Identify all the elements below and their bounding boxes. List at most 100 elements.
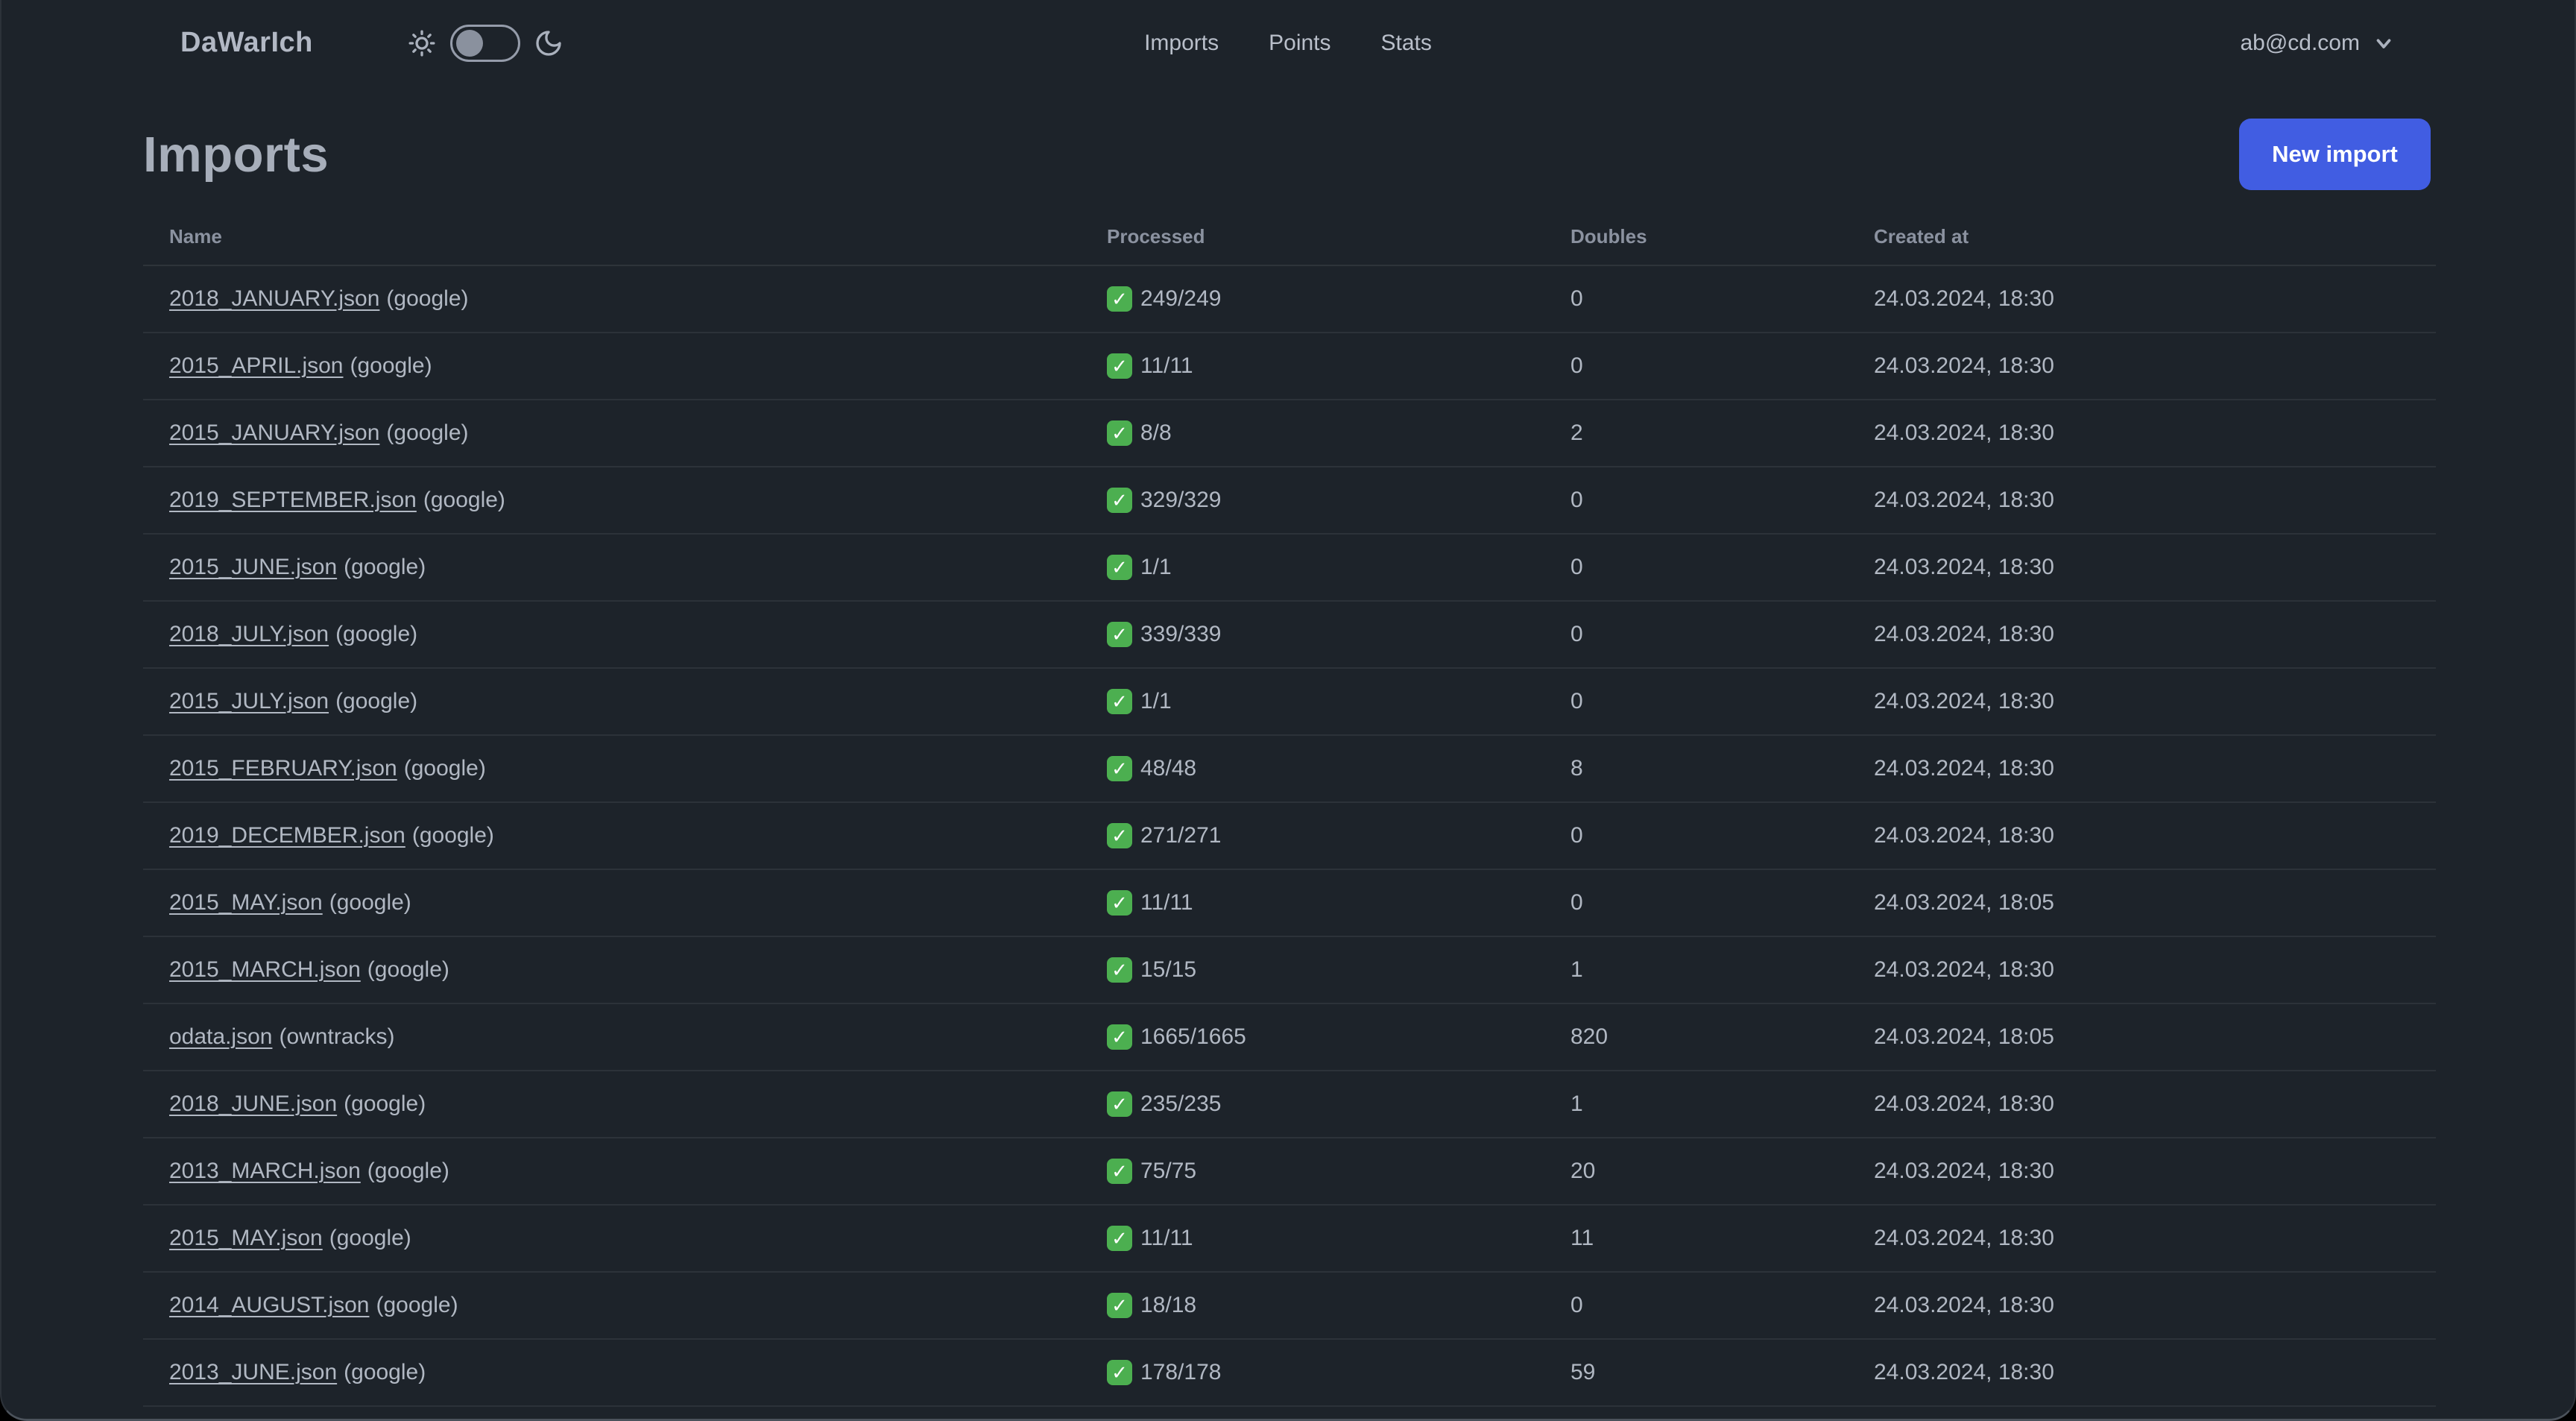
- new-import-button[interactable]: New import: [2239, 119, 2431, 190]
- column-header-doubles: Doubles: [1570, 224, 1647, 248]
- import-name-cell: 2018_JUNE.json (google): [143, 1091, 1107, 1117]
- processed-cell: ✓ 1665/1665: [1107, 1024, 1570, 1050]
- import-file-link[interactable]: 2015_APRIL.json: [169, 353, 344, 378]
- import-source: (google): [350, 353, 432, 378]
- processed-cell: ✓ 75/75: [1107, 1159, 1570, 1184]
- import-source: (google): [344, 1091, 426, 1116]
- table-row: 2018_JUNE.json (google) ✓ 235/235 1 24.03.202…: [143, 1071, 2436, 1138]
- processed-count: 11/11: [1140, 1226, 1193, 1250]
- processed-cell: ✓ 271/271: [1107, 823, 1570, 848]
- table-row: 2015_FEBRUARY.json (google) ✓ 48/48 8 24.03.2…: [143, 736, 2436, 803]
- processed-count: 235/235: [1140, 1091, 1222, 1116]
- processed-count: 8/8: [1140, 420, 1172, 445]
- processed-cell: ✓ 1/1: [1107, 689, 1570, 714]
- processed-cell: ✓ 11/11: [1107, 890, 1570, 916]
- created-at-cell: 24.03.2024, 18:05: [1874, 890, 2054, 915]
- doubles-cell: 59: [1570, 1360, 1596, 1384]
- check-icon: ✓: [1107, 756, 1132, 781]
- table-row: 2019_SEPTEMBER.json (google) ✓ 329/329 0 24.0…: [143, 467, 2436, 535]
- table-row: 2013_JUNE.json (google) ✓ 178/178 59 24.03.20…: [143, 1340, 2436, 1407]
- check-icon: ✓: [1107, 353, 1132, 379]
- doubles-cell: 0: [1570, 890, 1583, 915]
- doubles-cell: 0: [1570, 622, 1583, 646]
- created-at-cell: 24.03.2024, 18:30: [1874, 286, 2054, 311]
- moon-icon: [536, 30, 561, 56]
- processed-count: 329/329: [1140, 488, 1222, 512]
- account-email: ab@cd.com: [2240, 30, 2360, 55]
- created-at-cell: 24.03.2024, 18:30: [1874, 756, 2054, 781]
- table-row: 2015_MARCH.json (google) ✓ 15/15 1 24.03.2024…: [143, 937, 2436, 1004]
- import-file-link[interactable]: 2015_MAY.json: [169, 890, 323, 915]
- table-row: 2014_AUGUST.json (google) ✓ 18/18 0 24.03.202…: [143, 1273, 2436, 1340]
- doubles-cell: 0: [1570, 555, 1583, 579]
- import-file-link[interactable]: 2015_JANUARY.json: [169, 420, 379, 445]
- app-window: DaWarIch Imports Points Stats ab@cd.com: [0, 0, 2576, 1421]
- table-row: odata.json (owntracks) ✓ 1665/1665 820 24.03.…: [143, 1004, 2436, 1071]
- created-at-cell: 24.03.2024, 18:30: [1874, 353, 2054, 378]
- table-row: 2015_APRIL.json (google) ✓ 11/11 0 24.03.2024…: [143, 333, 2436, 400]
- import-file-link[interactable]: 2019_DECEMBER.json: [169, 823, 405, 848]
- nav-item-stats[interactable]: Stats: [1381, 31, 1432, 56]
- import-name-cell: 2018_JULY.json (google): [143, 622, 1107, 647]
- import-file-link[interactable]: 2018_JANUARY.json: [169, 286, 379, 311]
- account-menu[interactable]: ab@cd.com: [2240, 31, 2395, 56]
- import-file-link[interactable]: 2015_MARCH.json: [169, 957, 361, 982]
- import-file-link[interactable]: 2015_JUNE.json: [169, 555, 337, 579]
- page-head: Imports New import: [143, 113, 2431, 196]
- check-icon: ✓: [1107, 823, 1132, 848]
- processed-cell: ✓ 8/8: [1107, 420, 1570, 446]
- processed-cell: ✓ 249/249: [1107, 286, 1570, 312]
- import-file-link[interactable]: 2019_SEPTEMBER.json: [169, 488, 417, 512]
- import-name-cell: 2018_JANUARY.json (google): [143, 286, 1107, 312]
- import-source: (google): [344, 1360, 426, 1384]
- check-icon: ✓: [1107, 1091, 1132, 1117]
- processed-count: 1/1: [1140, 689, 1172, 713]
- table-row: 2018_JANUARY.json (google) ✓ 249/249 0 24.03.…: [143, 266, 2436, 333]
- main-nav: Imports Points Stats: [1144, 0, 1432, 86]
- column-header-created-at: Created at: [1874, 224, 1969, 248]
- check-icon: ✓: [1107, 1024, 1132, 1050]
- import-file-link[interactable]: 2014_AUGUST.json: [169, 1293, 369, 1317]
- processed-cell: ✓ 15/15: [1107, 957, 1570, 983]
- import-name-cell: 2015_MAY.json (google): [143, 890, 1107, 916]
- check-icon: ✓: [1107, 1226, 1132, 1251]
- check-icon: ✓: [1107, 488, 1132, 513]
- import-name-cell: 2015_MARCH.json (google): [143, 957, 1107, 983]
- check-icon: ✓: [1107, 622, 1132, 647]
- import-file-link[interactable]: 2013_MARCH.json: [169, 1159, 361, 1183]
- processed-cell: ✓ 339/339: [1107, 622, 1570, 647]
- theme-toggle[interactable]: [449, 24, 520, 62]
- processed-cell: ✓ 11/11: [1107, 1226, 1570, 1251]
- import-source: (google): [403, 756, 486, 781]
- toggle-knob: [455, 29, 483, 57]
- import-source: (google): [376, 1293, 458, 1317]
- brand-logo[interactable]: DaWarIch: [180, 27, 313, 59]
- page-title: Imports: [143, 126, 329, 183]
- column-header-name: Name: [169, 224, 222, 248]
- import-name-cell: 2019_SEPTEMBER.json (google): [143, 488, 1107, 513]
- imports-table: Name Processed Doubles Created at 2018_J…: [143, 208, 2436, 1419]
- created-at-cell: 24.03.2024, 18:05: [1874, 1024, 2054, 1049]
- import-source: (google): [386, 286, 469, 311]
- import-file-link[interactable]: 2015_MAY.json: [169, 1226, 323, 1250]
- doubles-cell: 0: [1570, 1293, 1583, 1317]
- processed-count: 11/11: [1140, 353, 1193, 378]
- nav-item-imports[interactable]: Imports: [1144, 31, 1219, 56]
- nav-item-points[interactable]: Points: [1269, 31, 1330, 56]
- check-icon: ✓: [1107, 1159, 1132, 1184]
- import-file-link[interactable]: 2018_JULY.json: [169, 622, 329, 646]
- import-file-link[interactable]: 2015_FEBRUARY.json: [169, 756, 397, 781]
- import-name-cell: 2019_DECEMBER.json (google): [143, 823, 1107, 848]
- import-file-link[interactable]: 2018_JUNE.json: [169, 1091, 337, 1116]
- import-name-cell: 2015_MAY.json (google): [143, 1226, 1107, 1251]
- import-file-link[interactable]: 2015_JULY.json: [169, 689, 329, 713]
- import-source: (google): [344, 555, 426, 579]
- import-name-cell: 2015_JULY.json (google): [143, 689, 1107, 714]
- processed-count: 48/48: [1140, 756, 1197, 781]
- import-source: (google): [329, 890, 411, 915]
- processed-count: 271/271: [1140, 823, 1222, 848]
- chevron-down-icon: [2376, 38, 2391, 48]
- import-name-cell: 2013_MARCH.json (google): [143, 1159, 1107, 1184]
- import-file-link[interactable]: 2013_JUNE.json: [169, 1360, 337, 1384]
- import-file-link[interactable]: odata.json: [169, 1024, 272, 1049]
